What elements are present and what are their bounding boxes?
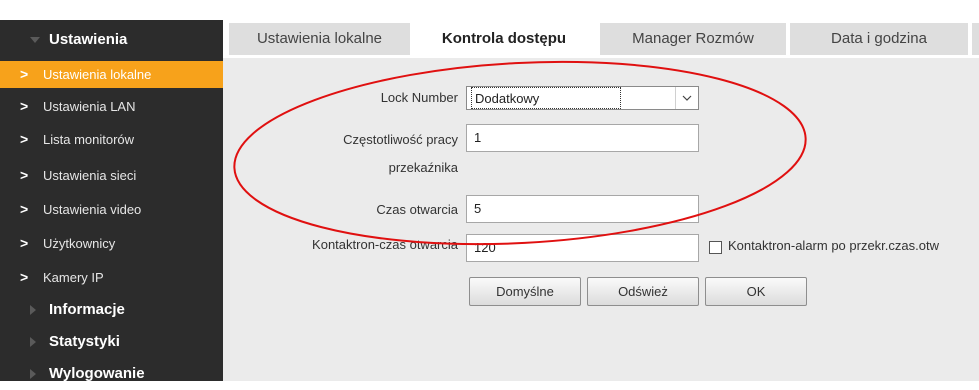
chevron-right-icon: > xyxy=(20,66,29,82)
tab-ustawienia-lokalne[interactable]: Ustawienia lokalne xyxy=(229,23,410,55)
sidebar-item-label: Ustawienia LAN xyxy=(43,99,136,114)
relay-frequency-label: Częstotliwość pracy xyxy=(343,132,458,147)
defaults-button[interactable]: Domyślne xyxy=(469,277,581,306)
sidebar-section-informacje[interactable]: Informacje xyxy=(0,294,223,326)
sidebar-item-uzytkownicy[interactable]: > Użytkownicy xyxy=(0,230,223,257)
sidebar-item-label: Ustawienia video xyxy=(43,202,142,217)
chevron-right-icon: > xyxy=(20,131,29,147)
relay-frequency-input[interactable]: 1 xyxy=(466,124,699,152)
contact-alarm-checkbox[interactable] xyxy=(709,241,722,254)
contact-alarm-label: Kontaktron-alarm po przekr.czas.otw xyxy=(728,238,939,253)
chevron-right-icon: > xyxy=(20,98,29,114)
open-time-label: Czas otwarcia xyxy=(376,202,458,217)
sidebar-item-ustawienia-sieci[interactable]: > Ustawienia sieci xyxy=(0,162,223,189)
relay-frequency-label-line2: przekaźnika xyxy=(388,160,458,175)
tab-bar: Ustawienia lokalne Kontrola dostępu Mana… xyxy=(223,20,979,58)
sidebar-item-lista-monitorow[interactable]: > Lista monitorów xyxy=(0,126,223,153)
sidebar-section-statystyki[interactable]: Statystyki xyxy=(0,326,223,358)
tab-manager-rozmow[interactable]: Manager Rozmów xyxy=(600,23,786,55)
collapsed-arrow-icon xyxy=(30,337,36,347)
open-time-input[interactable]: 5 xyxy=(466,195,699,223)
chevron-right-icon: > xyxy=(20,201,29,217)
sidebar-item-label: Użytkownicy xyxy=(43,236,116,251)
tab-data-i-godzina[interactable]: Data i godzina xyxy=(790,23,968,55)
tab-more[interactable] xyxy=(972,23,979,55)
sidebar: Ustawienia > Ustawienia lokalne > Ustawi… xyxy=(0,20,223,382)
sidebar-item-kamery-ip[interactable]: > Kamery IP xyxy=(0,264,223,291)
chevron-down-icon[interactable] xyxy=(675,87,698,109)
sidebar-item-label: Ustawienia lokalne xyxy=(43,67,152,82)
ok-button[interactable]: OK xyxy=(705,277,807,306)
collapsed-arrow-icon xyxy=(30,369,36,379)
lock-number-label: Lock Number xyxy=(380,90,458,105)
sidebar-item-ustawienia-lokalne[interactable]: > Ustawienia lokalne xyxy=(0,61,223,88)
expand-arrow-icon xyxy=(30,37,40,43)
sidebar-item-ustawienia-lan[interactable]: > Ustawienia LAN xyxy=(0,93,223,120)
chevron-right-icon: > xyxy=(20,167,29,183)
sidebar-section-ustawienia[interactable]: Ustawienia xyxy=(0,24,223,56)
sidebar-item-ustawienia-video[interactable]: > Ustawienia video xyxy=(0,196,223,223)
lock-number-select[interactable]: Dodatkowy xyxy=(466,86,699,110)
sidebar-section-label: Informacje xyxy=(49,301,125,318)
sidebar-section-label: Wylogowanie xyxy=(49,365,145,382)
lock-number-value: Dodatkowy xyxy=(471,87,621,109)
contact-open-time-input[interactable]: 120 xyxy=(466,234,699,262)
refresh-button[interactable]: Odśwież xyxy=(587,277,699,306)
collapsed-arrow-icon xyxy=(30,305,36,315)
sidebar-item-label: Kamery IP xyxy=(43,270,104,285)
content-panel: Lock Number Dodatkowy Częstotliwość prac… xyxy=(223,58,979,381)
chevron-right-icon: > xyxy=(20,269,29,285)
chevron-right-icon: > xyxy=(20,235,29,251)
contact-open-time-label: Kontaktron-czas otwarcia xyxy=(312,237,458,252)
sidebar-section-label: Statystyki xyxy=(49,333,120,350)
sidebar-item-label: Ustawienia sieci xyxy=(43,168,137,183)
sidebar-item-label: Lista monitorów xyxy=(43,132,135,147)
sidebar-section-wylogowanie[interactable]: Wylogowanie xyxy=(0,358,223,390)
sidebar-section-label: Ustawienia xyxy=(49,31,128,48)
tab-kontrola-dostepu[interactable]: Kontrola dostępu xyxy=(412,23,596,58)
